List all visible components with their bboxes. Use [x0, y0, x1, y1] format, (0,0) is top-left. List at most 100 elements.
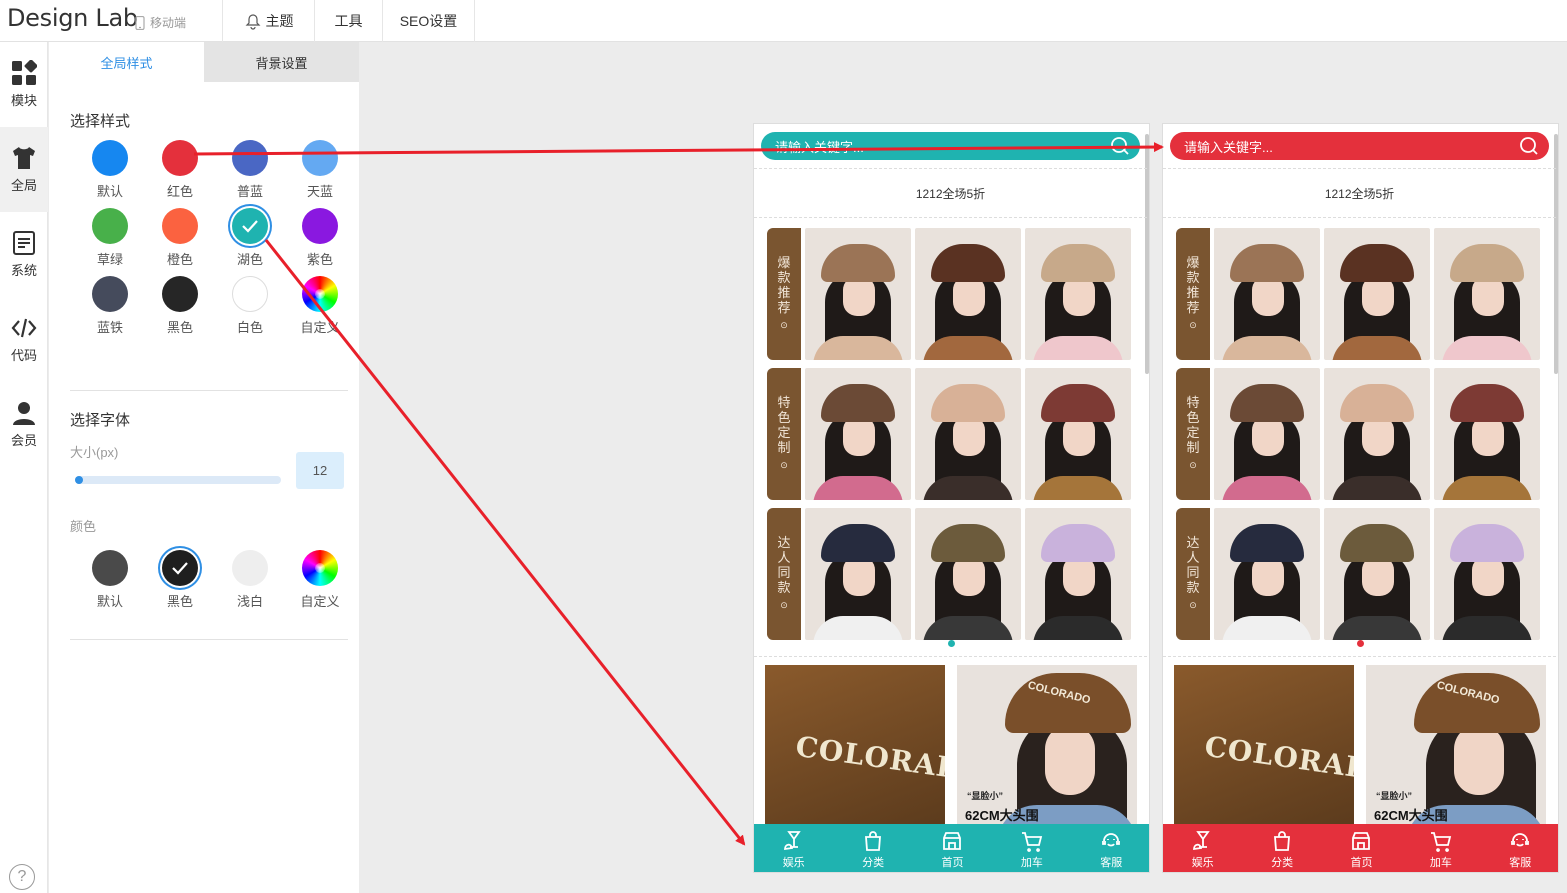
nav-tools[interactable]: 工具 — [314, 0, 382, 42]
row-category-label[interactable]: 特色定制 ⊙ — [767, 368, 801, 500]
product-thumbnail[interactable] — [1324, 228, 1430, 360]
banner-brand-text: COLORADO — [1202, 729, 1354, 790]
swatch-circle[interactable] — [162, 276, 198, 312]
search-bar[interactable]: 请输入关键字... — [761, 132, 1140, 160]
product-thumbnail[interactable] — [1324, 368, 1430, 500]
row-category-label[interactable]: 达人同款 ⊙ — [767, 508, 801, 640]
style-swatch[interactable]: 默认 — [75, 140, 145, 200]
swatch-circle[interactable] — [92, 208, 128, 244]
rail-item-member[interactable]: 会员 — [0, 382, 48, 467]
swatch-circle[interactable] — [92, 276, 128, 312]
color-wheel-icon[interactable] — [302, 276, 338, 312]
tab-service[interactable]: 客服 — [1081, 829, 1141, 870]
product-thumbnail[interactable] — [1434, 228, 1540, 360]
banner-cap-closeup[interactable]: COLORADO — [1174, 665, 1354, 835]
rail-item-system[interactable]: 系统 — [0, 212, 48, 297]
promo-banner-text[interactable]: 1212全场5折 — [1163, 168, 1556, 218]
style-swatch[interactable]: 草绿 — [75, 208, 145, 268]
banner-section: COLORADO COLORADO “显脸小” 62CM大头围 — [754, 656, 1147, 836]
font-color-circle[interactable] — [92, 550, 128, 586]
product-thumbnail[interactable] — [915, 508, 1021, 640]
product-thumbnail[interactable] — [1025, 228, 1131, 360]
color-wheel-icon[interactable] — [302, 550, 338, 586]
product-thumbnail[interactable] — [915, 228, 1021, 360]
font-size-slider-thumb[interactable] — [75, 476, 83, 484]
product-thumbnail[interactable] — [1434, 508, 1540, 640]
style-swatch[interactable]: 黑色 — [145, 276, 215, 336]
font-size-slider[interactable] — [76, 476, 281, 484]
rail-item-global[interactable]: 全局 — [0, 127, 48, 212]
swatch-circle[interactable] — [92, 140, 128, 176]
product-thumbnail[interactable] — [1434, 368, 1540, 500]
product-thumbnail[interactable] — [1025, 508, 1131, 640]
product-thumbnail[interactable] — [1324, 508, 1430, 640]
tab-entertainment[interactable]: 娱乐 — [764, 829, 824, 870]
tab-service[interactable]: 客服 — [1490, 829, 1550, 870]
style-swatch-selected[interactable]: 湖色 — [215, 208, 285, 268]
style-swatch[interactable]: 紫色 — [285, 208, 355, 268]
row-label-char: 爆 — [777, 255, 791, 270]
product-thumbnail[interactable] — [915, 368, 1021, 500]
tab-category[interactable]: 分类 — [1252, 829, 1312, 870]
font-color-circle[interactable] — [162, 550, 198, 586]
font-size-value[interactable]: 12 — [296, 452, 344, 489]
tab-category[interactable]: 分类 — [843, 829, 903, 870]
row-category-label[interactable]: 爆款推荐 ⊙ — [1176, 228, 1210, 360]
swatch-circle[interactable] — [162, 140, 198, 176]
product-thumbnail[interactable] — [1025, 368, 1131, 500]
font-color-swatch-selected[interactable]: 黑色 — [145, 550, 215, 610]
style-swatch[interactable]: 白色 — [215, 276, 285, 336]
style-swatch[interactable]: 天蓝 — [285, 140, 355, 200]
style-swatch[interactable]: 橙色 — [145, 208, 215, 268]
swatch-circle[interactable] — [232, 140, 268, 176]
banner-model[interactable]: COLORADO “显脸小” 62CM大头围 — [957, 665, 1137, 835]
banner-model[interactable]: COLORADO “显脸小” 62CM大头围 — [1366, 665, 1546, 835]
product-thumbnail[interactable] — [1214, 508, 1320, 640]
rail-item-code[interactable]: 代码 — [0, 297, 48, 382]
mobile-mode-toggle[interactable]: 移动端 — [134, 14, 186, 31]
product-thumbnail[interactable] — [805, 368, 911, 500]
tab-cart[interactable]: 加车 — [1411, 829, 1471, 870]
rail-item-modules[interactable]: 模块 — [0, 42, 48, 127]
tab-cart[interactable]: 加车 — [1002, 829, 1062, 870]
row-category-label[interactable]: 爆款推荐 ⊙ — [767, 228, 801, 360]
swatch-circle[interactable] — [232, 276, 268, 312]
row-label-char: 定 — [1186, 425, 1200, 440]
tab-home[interactable]: 首页 — [922, 829, 982, 870]
nav-theme[interactable]: 主题 — [222, 0, 314, 42]
nav-seo-settings[interactable]: SEO设置 — [382, 0, 475, 42]
carousel-dot[interactable] — [1357, 640, 1364, 647]
search-bar[interactable]: 请输入关键字... — [1170, 132, 1549, 160]
help-icon[interactable]: ? — [9, 864, 35, 890]
style-swatch-custom[interactable]: 自定义 — [285, 276, 355, 336]
tab-background-settings[interactable]: 背景设置 — [204, 42, 359, 82]
tab-home[interactable]: 首页 — [1331, 829, 1391, 870]
swatch-circle[interactable] — [232, 208, 268, 244]
banner-cap-closeup[interactable]: COLORADO — [765, 665, 945, 835]
style-swatch[interactable]: 普蓝 — [215, 140, 285, 200]
search-icon[interactable] — [1519, 136, 1539, 156]
style-swatch[interactable]: 蓝铁 — [75, 276, 145, 336]
product-thumbnail[interactable] — [805, 508, 911, 640]
row-label-char: 款 — [1186, 270, 1200, 285]
carousel-dot[interactable] — [948, 640, 955, 647]
font-color-circle[interactable] — [232, 550, 268, 586]
model-face — [1063, 556, 1095, 596]
row-category-label[interactable]: 达人同款 ⊙ — [1176, 508, 1210, 640]
product-thumbnail[interactable] — [805, 228, 911, 360]
font-size-label: 大小(px) — [70, 445, 119, 460]
style-swatch[interactable]: 红色 — [145, 140, 215, 200]
product-thumbnail[interactable] — [1214, 228, 1320, 360]
font-color-swatch-custom[interactable]: 自定义 — [285, 550, 355, 610]
tab-entertainment[interactable]: 娱乐 — [1173, 829, 1233, 870]
tab-global-style[interactable]: 全局样式 — [49, 42, 204, 82]
row-category-label[interactable]: 特色定制 ⊙ — [1176, 368, 1210, 500]
product-thumbnail[interactable] — [1214, 368, 1320, 500]
font-color-swatch[interactable]: 浅白 — [215, 550, 285, 610]
font-color-swatch[interactable]: 默认 — [75, 550, 145, 610]
swatch-circle[interactable] — [302, 140, 338, 176]
search-icon[interactable] — [1110, 136, 1130, 156]
promo-banner-text[interactable]: 1212全场5折 — [754, 168, 1147, 218]
swatch-circle[interactable] — [162, 208, 198, 244]
swatch-circle[interactable] — [302, 208, 338, 244]
